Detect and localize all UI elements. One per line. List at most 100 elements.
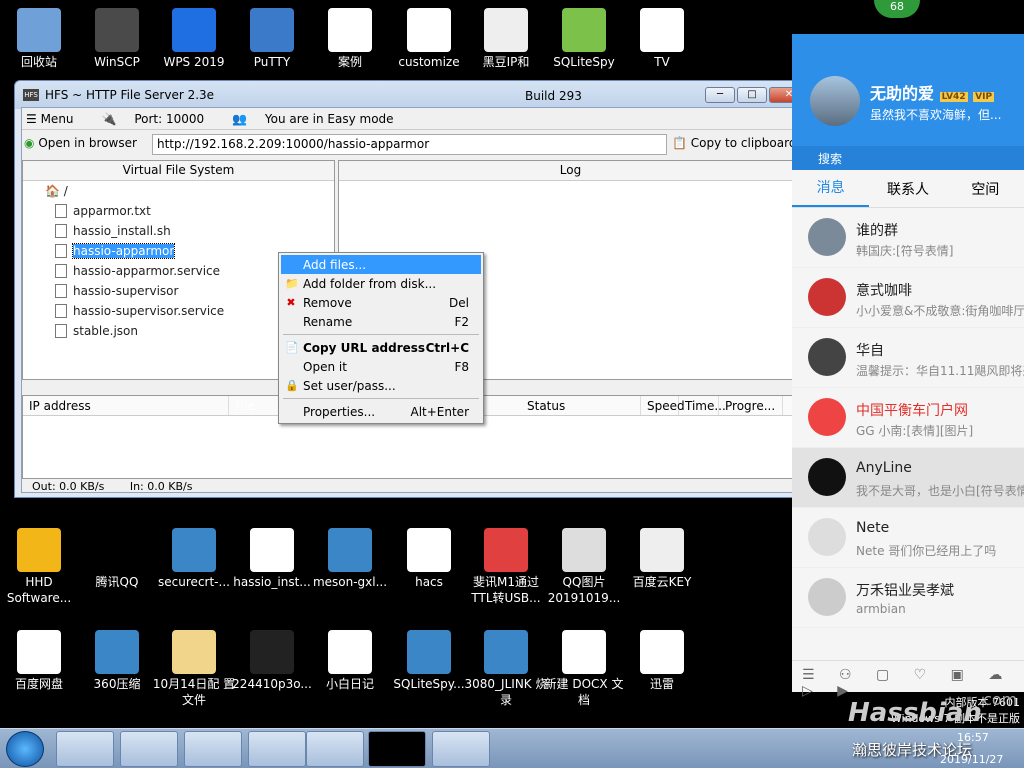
taskbar-btn-2[interactable] [120,731,178,767]
taskbar-btn-5[interactable] [306,731,364,767]
chat-item[interactable]: 万禾铝业吴孝斌 armbian [792,568,1024,628]
app-icon [562,8,606,52]
context-menu-item[interactable]: Open it F8 [281,357,481,376]
menu-button[interactable]: ☰ Menu [26,112,88,126]
search-input[interactable]: 搜索 [792,146,1024,170]
menu-item-icon: 📄 [285,341,299,354]
desktop-icon[interactable]: 百度云KEY [620,528,704,590]
desktop-icon[interactable]: 斐讯M1通过 TTL转USB... [464,528,548,606]
context-menu[interactable]: Add files... 📁 Add folder from disk... ✖ Rem… [278,252,484,424]
column-header[interactable]: Time... [679,396,726,415]
url-field[interactable]: http://192.168.2.209:10000/hassio-apparm… [152,134,667,155]
taskbar-btn-1[interactable] [56,731,114,767]
chat-item[interactable]: 华自 温馨提示：华自11.11飓风即将来 [792,328,1024,388]
file-icon [55,224,67,238]
desktop-icon-label: QQ图片 20191019... [547,575,621,605]
qq-panel[interactable]: 无助的爱 LV42 VIP 虽然我不喜欢海鲜，但... 搜索 消息 联系人 空间 谁… [792,34,1024,699]
desktop-icon[interactable]: 新建 DOCX 文档 [542,630,626,708]
context-menu-item[interactable]: 🔒 Set user/pass... [281,376,481,395]
chat-item[interactable]: 意式咖啡 小小爱意&不成敬意:街角咖啡厅 [792,268,1024,328]
chat-avatar [808,218,846,256]
desktop-icon[interactable]: hassio_inst... [230,528,314,590]
desktop-icon[interactable]: TV [620,8,704,70]
chat-item[interactable]: 中国平衡车门户网 GG 小南:[表情][图片] [792,388,1024,448]
column-header[interactable]: Speed [641,396,685,415]
qq-signature[interactable]: 虽然我不喜欢海鲜，但... [870,106,1001,123]
open-browser-button[interactable]: ◉ Open in browser [24,136,137,150]
context-menu-item[interactable]: 📄 Copy URL address Ctrl+C [281,338,481,357]
desktop-icon-label: 黑豆IP和 [482,55,530,69]
menu-item-label: Remove [303,295,352,310]
desktop-icon[interactable]: SQLiteSpy... [387,630,471,692]
chat-name: 万禾铝业吴孝斌 [856,583,954,599]
chat-avatar [808,458,846,496]
taskbar-btn-3[interactable] [184,731,242,767]
chat-name: AnyLine [856,460,912,476]
desktop-icon[interactable]: 迅雷 [620,630,704,692]
app-icon [407,528,451,572]
context-menu-item[interactable]: ✖ Remove Del [281,293,481,312]
hfs-logo-icon: HFS [23,89,39,101]
desktop-icon-label: securecrt-... [158,575,230,589]
mode-button[interactable]: 👥 You are in Easy mode [232,112,407,126]
clock-date[interactable]: 2019/11/27 [940,753,1003,766]
level-badge: LV42 [939,92,968,102]
qq-bottom-toolbar[interactable]: ☰ ⚇ ▢ ♡ ▣ ☁ ▷ ▶ [792,660,1024,699]
context-menu-item[interactable]: Rename F2 [281,312,481,331]
desktop-icon[interactable]: 3080_JLINK 烧录 [464,630,548,708]
desktop-icon[interactable]: securecrt-... [152,528,236,590]
taskbar: 瀚思彼岸技术论坛 16:57 2019/11/27 [0,728,1024,768]
app-icon [17,630,61,674]
desktop-icon[interactable]: customize [387,8,471,70]
chat-item[interactable]: Nete Nete 哥们你已经用上了吗 [792,508,1024,568]
desktop-icon-label: 360压缩 [93,677,141,691]
context-menu-item[interactable]: Add files... [281,255,481,274]
column-header[interactable]: IP address [23,396,229,415]
desktop-icon[interactable]: 360压缩 [75,630,159,692]
qq-tabs[interactable]: 消息 联系人 空间 [792,170,1024,208]
taskbar-btn-4[interactable] [248,731,306,767]
desktop-icon[interactable]: 黑豆IP和 [464,8,548,70]
maximize-button[interactable]: □ [737,87,767,103]
start-button[interactable] [6,731,44,767]
desktop-icon[interactable]: 百度网盘 [0,630,81,692]
port-button[interactable]: 🔌 Port: 10000 [102,112,219,126]
desktop-icon[interactable]: 案例 [308,8,392,70]
app-icon [484,528,528,572]
qq-tab[interactable]: 空间 [947,179,1024,199]
desktop-icon[interactable]: 腾讯QQ [75,528,159,590]
vfs-file[interactable]: apparmor.txt [23,201,334,221]
desktop-icon[interactable]: WPS 2019 [152,8,236,70]
desktop-icon[interactable]: 回收站 [0,8,81,70]
desktop-icon[interactable]: WinSCP [75,8,159,70]
desktop-icon-label: 小白日记 [325,677,374,691]
context-menu-item[interactable]: 📁 Add folder from disk... [281,274,481,293]
hfs-titlebar[interactable]: HFS HFS ~ HTTP File Server 2.3e Build 29… [15,81,808,109]
taskbar-btn-7[interactable] [432,731,490,767]
desktop-icon[interactable]: QQ图片 20191019... [542,528,626,606]
taskbar-btn-6[interactable] [368,731,426,767]
vfs-file[interactable]: hassio_install.sh [23,221,334,241]
minimize-button[interactable]: ─ [705,87,735,103]
root-node[interactable]: 🏠 / [23,181,334,201]
desktop-icon[interactable]: 小白日记 [308,630,392,692]
menu-item-label: Rename [303,314,353,329]
qq-avatar[interactable] [810,76,860,126]
log-header: Log [339,161,802,181]
chat-item[interactable]: 谁的群 韩国庆:[符号表情] [792,208,1024,268]
desktop-icon[interactable]: 10月14日配 置文件 [152,630,236,708]
column-header[interactable]: Progre... [719,396,783,415]
qq-tab[interactable]: 消息 [792,171,870,207]
copy-clipboard-button[interactable]: 📋 Copy to clipboard [672,136,796,150]
app-icon [407,8,451,52]
qq-tab[interactable]: 联系人 [869,179,946,199]
context-menu-item[interactable]: Properties... Alt+Enter [281,402,481,421]
desktop-icon[interactable]: 224410p3o... [230,630,314,692]
desktop-icon[interactable]: SQLiteSpy [542,8,626,70]
desktop-icon[interactable]: hacs [387,528,471,590]
desktop-icon[interactable]: meson-gxl... [308,528,392,590]
chat-item[interactable]: AnyLine 我不是大哥，也是小白[符号表情] [792,448,1024,508]
desktop-icon[interactable]: PuTTY [230,8,314,70]
clock-time[interactable]: 16:57 [957,731,989,744]
desktop-icon[interactable]: HHD Software... [0,528,81,606]
